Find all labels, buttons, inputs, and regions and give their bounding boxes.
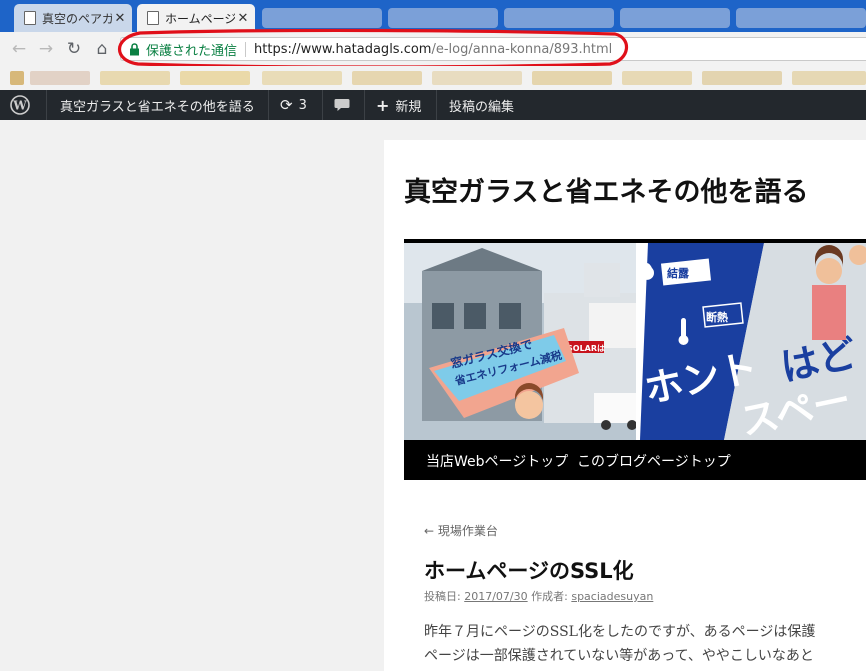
bookmark-item[interactable] xyxy=(262,71,342,85)
divider xyxy=(322,90,323,120)
tab-vacuum-glass[interactable]: 真空のペアガラス ✕ xyxy=(14,4,132,32)
lock-icon xyxy=(130,42,139,55)
bookmark-item[interactable] xyxy=(792,71,866,85)
updates-count: 3 xyxy=(298,97,307,113)
blurred-tab[interactable] xyxy=(620,8,730,28)
author-link[interactable]: spaciadesuyan xyxy=(571,590,653,603)
tab-homepage-ssl[interactable]: ホームページのSSL ✕ xyxy=(137,4,255,32)
solar-sign-text: SOLARは xyxy=(567,344,605,353)
post-title[interactable]: ホームページのSSL化 xyxy=(424,555,634,585)
blurred-tab[interactable] xyxy=(736,8,866,28)
divider xyxy=(46,90,47,120)
comments-icon xyxy=(334,99,350,111)
nav-shop-top[interactable]: 当店Webページトップ xyxy=(426,451,568,471)
bookmark-item[interactable] xyxy=(180,71,250,85)
tab-strip: 真空のペアガラス ✕ ホームページのSSL ✕ xyxy=(0,0,866,32)
address-bar[interactable]: 保護された通信 https://www.hatadagls.com/e-log/… xyxy=(120,37,866,61)
divider xyxy=(436,90,437,120)
insulation-label: 断熱 xyxy=(706,310,728,324)
bookmark-item[interactable] xyxy=(702,71,782,85)
author-label: 作成者: xyxy=(531,590,568,603)
dew-label: 結露 xyxy=(667,266,690,280)
blurred-tab[interactable] xyxy=(388,8,498,28)
blurred-tab[interactable] xyxy=(262,8,382,28)
home-icon[interactable]: ⌂ xyxy=(91,38,113,60)
page-icon xyxy=(24,11,36,25)
divider xyxy=(245,41,247,57)
divider xyxy=(364,90,365,120)
page-content: 真空ガラスと省エネその他を語る SOLARは 窓ガラス交換で 省エネリフォーム減… xyxy=(384,140,866,671)
bookmark-item[interactable] xyxy=(10,71,24,85)
security-label: 保護された通信 xyxy=(146,43,238,59)
tab-title: ホームページのSSL xyxy=(165,11,235,26)
new-label: 新規 xyxy=(395,99,422,115)
updates-button[interactable]: ⟳ 3 xyxy=(280,90,307,120)
blurred-tab[interactable] xyxy=(504,8,614,28)
close-icon[interactable]: ✕ xyxy=(235,11,251,26)
bookmark-item[interactable] xyxy=(532,71,612,85)
plus-icon: + xyxy=(376,95,390,115)
svg-text:W: W xyxy=(12,99,27,113)
header-banner-image: SOLARは 窓ガラス交換で 省エネリフォーム減税 結露 断熱 ホント はど ス… xyxy=(404,243,866,440)
post-meta: 投稿日: 2017/07/30 作成者: spaciadesuyan xyxy=(424,588,653,604)
bookmark-item[interactable] xyxy=(30,71,90,85)
comments-icon[interactable] xyxy=(334,90,350,120)
site-title[interactable]: 真空ガラスと省エネその他を語る xyxy=(404,170,808,209)
reload-icon[interactable]: ↻ xyxy=(63,38,85,60)
wp-admin-bar: W 真空ガラスと省エネその他を語る ⟳ 3 + 新規 投稿の編集 xyxy=(0,90,866,120)
wordpress-logo-icon: W xyxy=(10,95,30,115)
new-content-button[interactable]: + 新規 xyxy=(376,90,421,120)
divider xyxy=(268,90,269,120)
body-line: ページは一部保護されていない等があって、ややこしいなあと xyxy=(424,648,814,664)
url-path: /e-log/anna-konna/893.html xyxy=(431,41,613,57)
updates-icon: ⟳ xyxy=(280,96,293,114)
previous-post-link[interactable]: ← 現場作業台 xyxy=(424,522,498,539)
tab-title: 真空のペアガラス xyxy=(42,11,112,26)
bookmark-item[interactable] xyxy=(352,71,422,85)
url-host: https://www.hatadagls.com xyxy=(254,41,432,57)
posted-label: 投稿日: xyxy=(424,590,461,603)
body-line: 昨年７月にページのSSL化をしたのですが、あるページは保護 xyxy=(424,624,816,640)
forward-icon[interactable]: → xyxy=(35,38,57,60)
back-icon[interactable]: ← xyxy=(8,38,30,60)
admin-site-name[interactable]: 真空ガラスと省エネその他を語る xyxy=(60,90,255,120)
site-nav: 当店Webページトップ このブログページトップ xyxy=(404,440,866,480)
bookmark-item[interactable] xyxy=(622,71,692,85)
bookmark-item[interactable] xyxy=(432,71,522,85)
edit-post-link[interactable]: 投稿の編集 xyxy=(449,90,514,120)
nav-blog-top[interactable]: このブログページトップ xyxy=(577,451,731,471)
post-body: 昨年７月にページのSSL化をしたのですが、あるページは保護 ページは一部保護され… xyxy=(424,620,866,668)
bookmarks-bar xyxy=(0,66,866,91)
post-date-link[interactable]: 2017/07/30 xyxy=(464,590,527,603)
wordpress-logo-icon[interactable]: W xyxy=(10,90,30,120)
close-icon[interactable]: ✕ xyxy=(112,11,128,26)
bookmark-item[interactable] xyxy=(100,71,170,85)
page-icon xyxy=(147,11,159,25)
